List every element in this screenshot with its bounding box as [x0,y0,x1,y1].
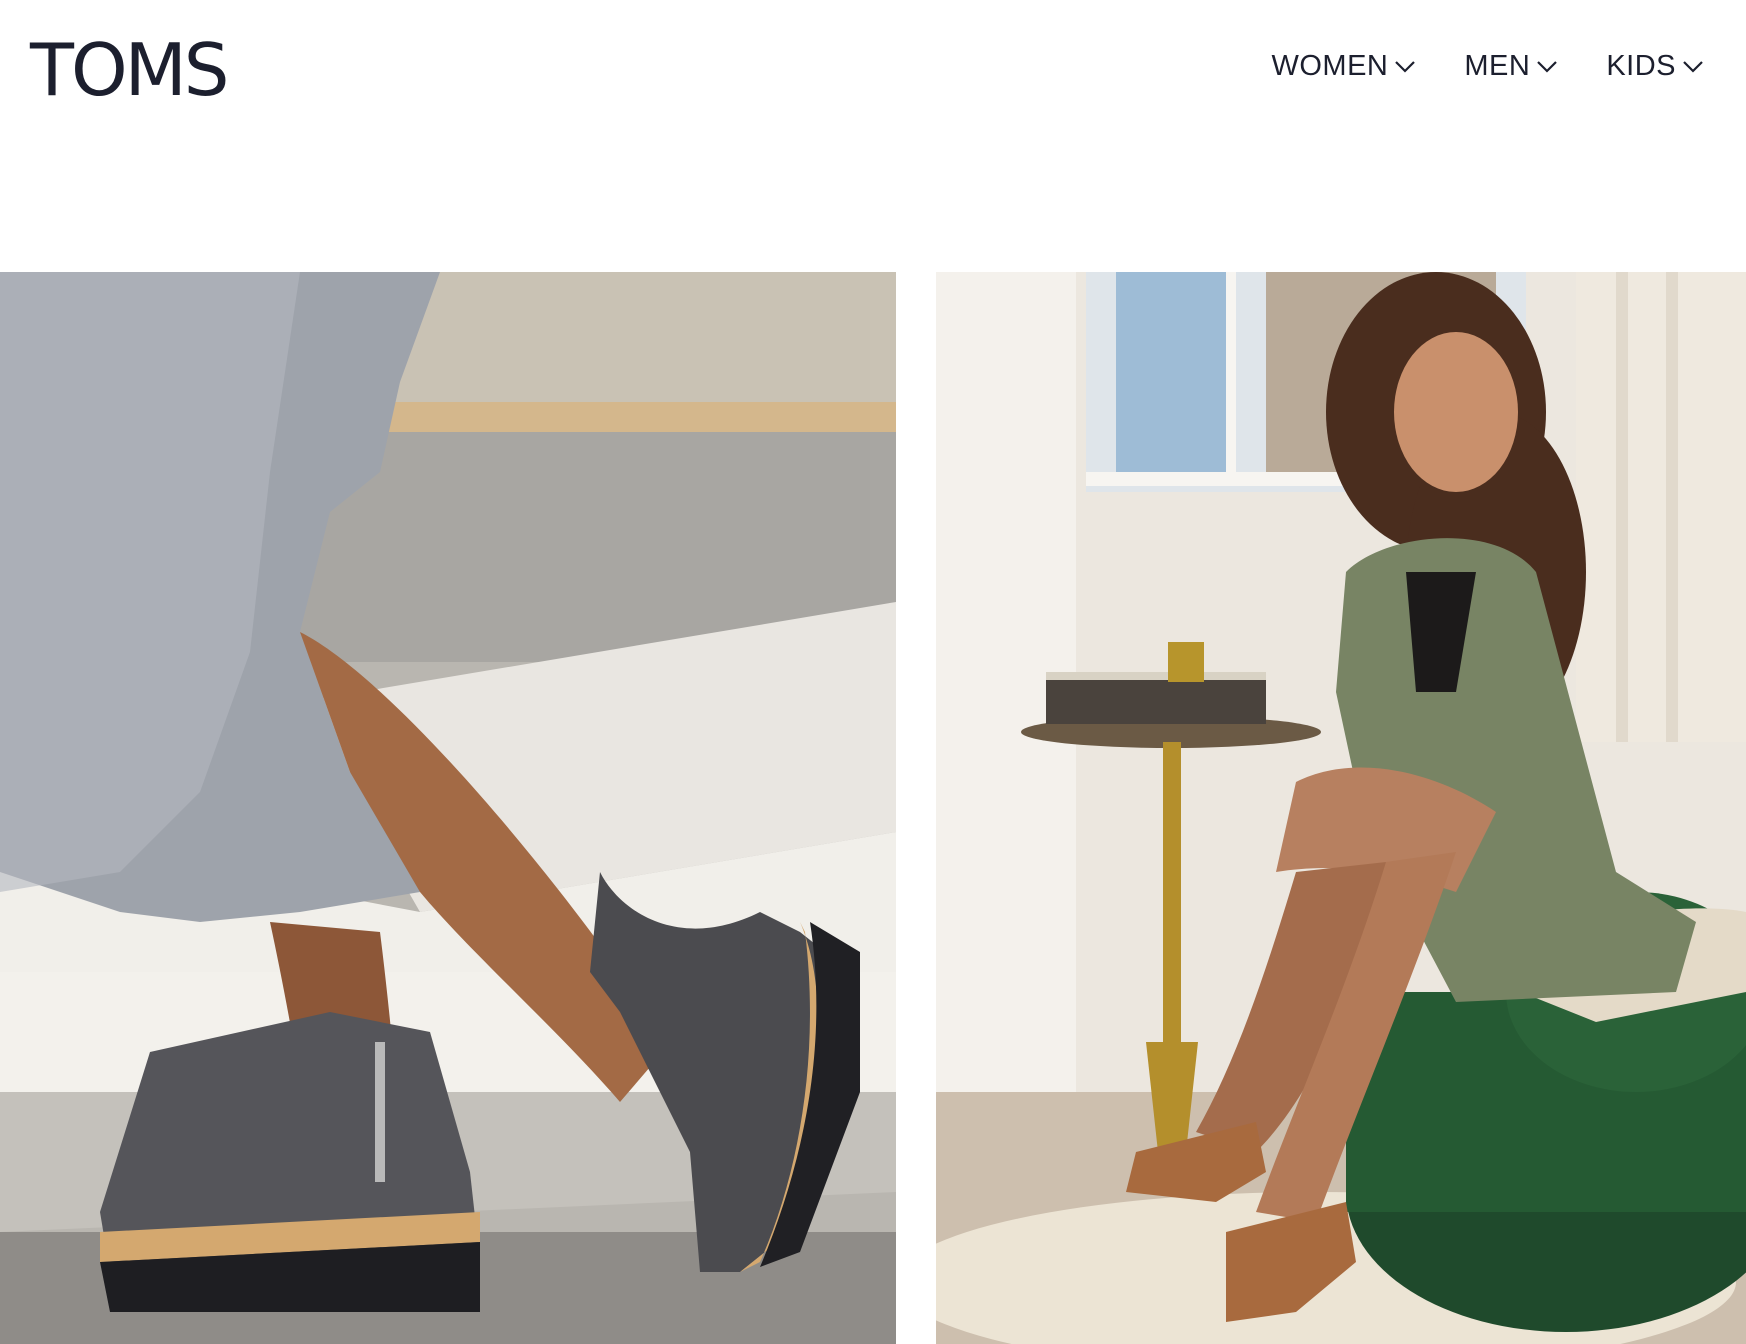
nav-item-label: WOMEN [1271,50,1389,82]
nav-item-kids[interactable]: KIDS [1606,44,1704,88]
main-nav: WOMEN MEN KIDS [1271,44,1704,88]
chevron-down-icon [1394,59,1416,73]
nav-item-men[interactable]: MEN [1464,44,1558,88]
hero-image-boots[interactable] [0,272,896,1344]
nav-item-label: KIDS [1606,50,1676,82]
toms-logo[interactable]: TOMS [30,30,229,110]
site-header: TOMS WOMEN MEN KIDS [0,0,1746,140]
nav-item-women[interactable]: WOMEN [1271,44,1416,88]
chevron-down-icon [1536,59,1558,73]
nav-item-label: MEN [1464,50,1531,82]
chevron-down-icon [1682,59,1704,73]
hero-image-heels[interactable] [936,272,1746,1344]
